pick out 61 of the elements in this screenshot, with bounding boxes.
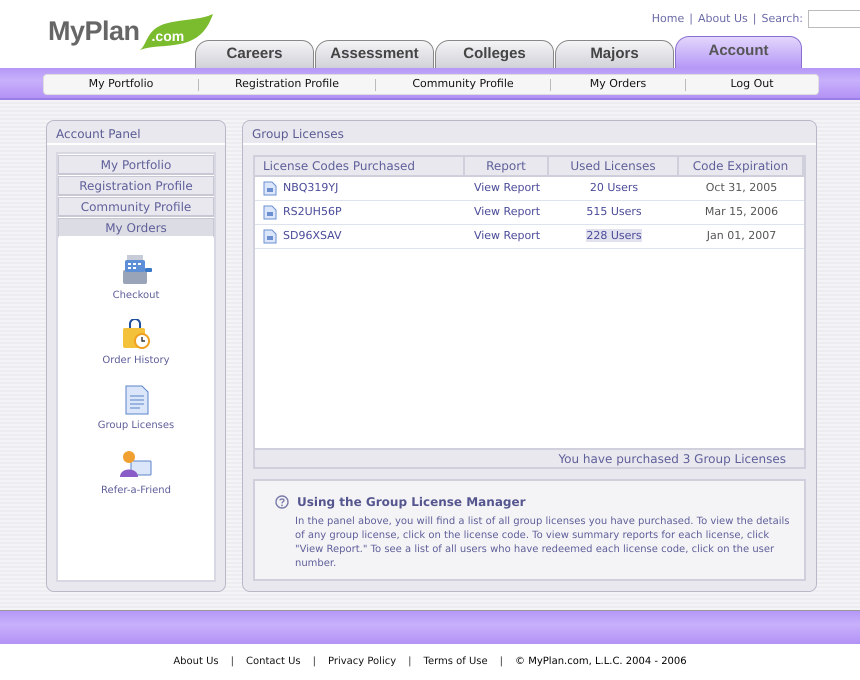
footer-link[interactable]: Terms of Use (424, 654, 488, 669)
expiration-date: Mar 15, 2006 (704, 205, 778, 218)
view-report-link[interactable]: View Report (474, 181, 540, 194)
separator: | (498, 655, 504, 669)
search-label: Search: (762, 10, 803, 27)
help-text: In the panel above, you will find a list of all group licenses you have purchased. To view the details of any group license, click on the license code. To view summary reports for each license, click "View Report." To see a list of all users who have redeemed each license code, click on the user number. (295, 515, 790, 571)
view-report-link[interactable]: View Report (474, 229, 540, 242)
nav-tab[interactable]: Assessment (315, 40, 434, 68)
nav-tab[interactable]: Majors (555, 40, 674, 68)
shortcut-link[interactable]: Group Licenses (98, 418, 174, 433)
separator: | (230, 655, 235, 669)
separator: | (752, 10, 756, 27)
license-code-link[interactable]: NBQ319YJ (283, 180, 338, 197)
shortcut-link[interactable]: Checkout (112, 288, 160, 303)
expiration-date: Oct 31, 2005 (706, 181, 778, 194)
search-field[interactable] (808, 10, 860, 28)
expiration-date: Jan 01, 2007 (706, 229, 776, 242)
help-title: Using the Group License Manager (297, 494, 526, 511)
document-icon (263, 205, 277, 220)
separator: | (312, 655, 317, 669)
help-icon (275, 495, 289, 509)
users-link[interactable]: 228 Users (586, 229, 642, 242)
license-code-link[interactable]: RS2UH56P (283, 204, 342, 221)
logo-suffix: .com (152, 27, 184, 46)
footer-link[interactable]: Contact Us (246, 654, 301, 669)
top-link[interactable]: About Us (698, 10, 748, 28)
nav-tab[interactable]: Careers (195, 40, 314, 68)
panel-menu-item[interactable]: Community Profile (58, 197, 214, 217)
column-header: Code Expiration (679, 157, 804, 175)
subnav-link[interactable]: My Orders (551, 76, 685, 93)
footer-link[interactable]: About Us (173, 654, 219, 669)
separator: | (689, 10, 693, 27)
panel-title: Account Panel (47, 121, 225, 145)
license-code-link[interactable]: SD96XSAV (283, 228, 342, 245)
license-count-text: You have purchased 3 Group Licenses (255, 448, 804, 467)
panel-menu-item[interactable]: My Orders (58, 218, 214, 238)
users-link[interactable]: 20 Users (590, 181, 638, 194)
bag-clock-icon[interactable] (120, 319, 152, 351)
panel-menu-item[interactable]: Registration Profile (58, 176, 214, 196)
users-link[interactable]: 515 Users (586, 205, 642, 218)
column-header: Report (465, 157, 549, 175)
nav-tab[interactable]: Account (675, 36, 802, 68)
logo-text: MyPlan (48, 18, 140, 45)
column-header: Used Licenses (549, 157, 679, 175)
panel-title: Group Licenses (243, 121, 816, 145)
column-header: License Codes Purchased (255, 157, 465, 175)
panel-menu-item[interactable]: My Portfolio (58, 155, 214, 175)
view-report-link[interactable]: View Report (474, 205, 540, 218)
shortcut-link[interactable]: Refer-a-Friend (101, 483, 171, 498)
footer-link[interactable]: Privacy Policy (328, 654, 396, 669)
subnav-link[interactable]: Community Profile (376, 76, 550, 93)
shortcut-link[interactable]: Order History (102, 353, 170, 368)
subnav-link[interactable]: Log Out (686, 76, 818, 93)
separator: | (407, 655, 413, 669)
subnav-link[interactable]: My Portfolio (44, 76, 198, 93)
copyright-text: © MyPlan.com, L.L.C. 2004 - 2006 (515, 655, 687, 669)
document-icon (263, 229, 277, 244)
top-link[interactable]: Home (652, 10, 684, 28)
nav-tab[interactable]: Colleges (435, 40, 554, 68)
document-icon (263, 181, 277, 196)
subnav-link[interactable]: Registration Profile (199, 76, 375, 93)
